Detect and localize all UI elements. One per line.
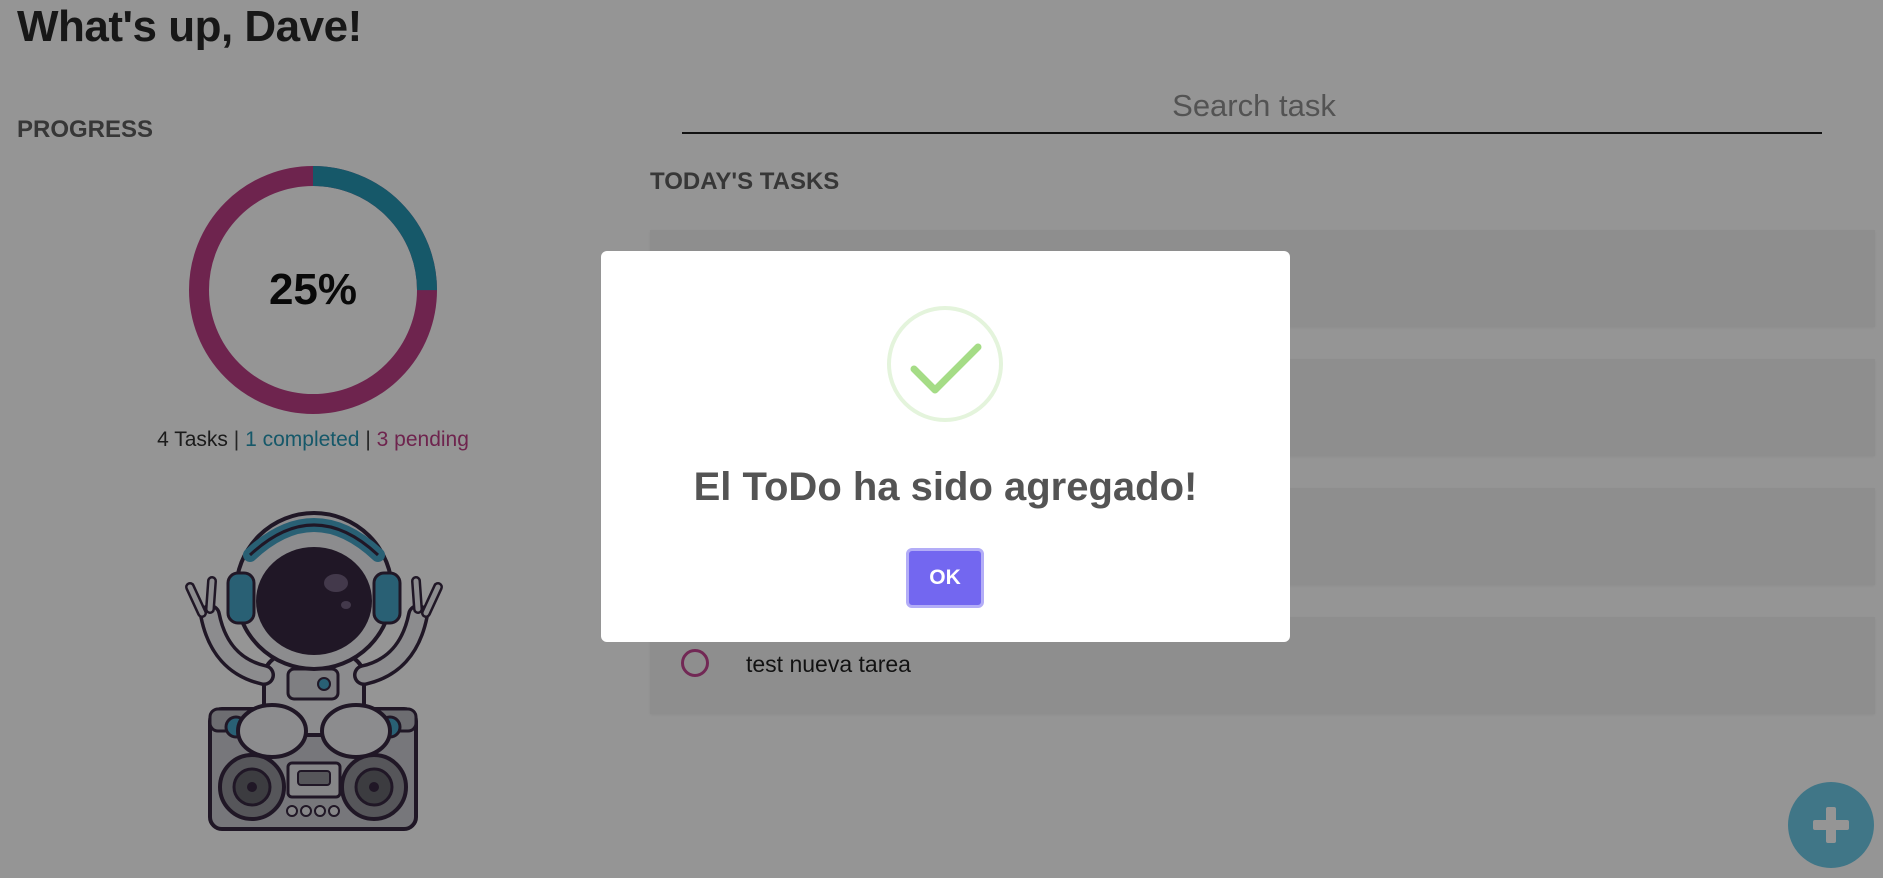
- success-check-icon: [887, 306, 1003, 422]
- dialog-title: El ToDo ha sido agregado!: [693, 465, 1198, 509]
- success-dialog: El ToDo ha sido agregado! OK: [601, 251, 1290, 642]
- todo-app-page: What's up, Dave! PROGRESS 25% 4 Tasks | …: [0, 0, 1883, 878]
- ok-button[interactable]: OK: [906, 548, 984, 608]
